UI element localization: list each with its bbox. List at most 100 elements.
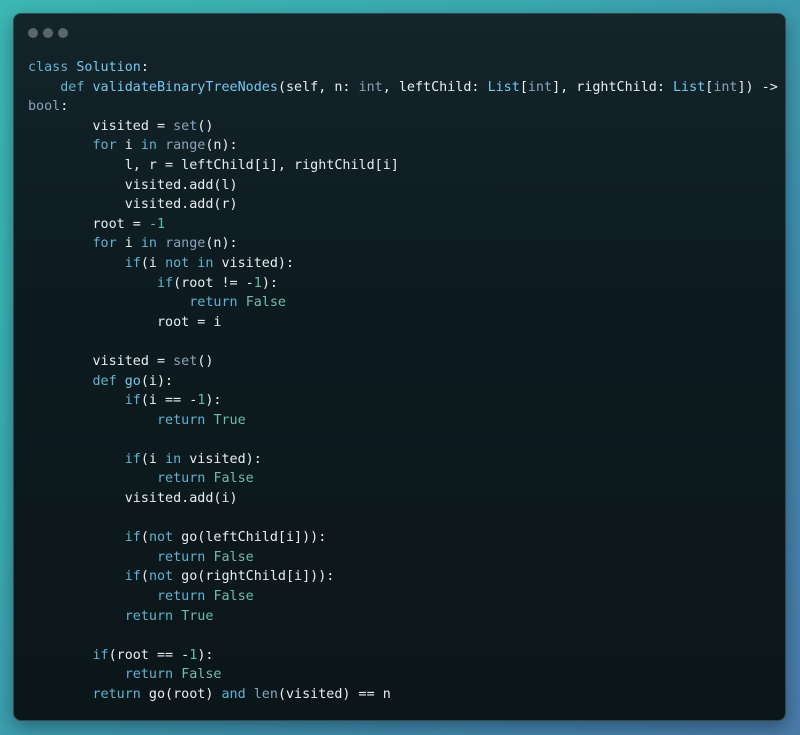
code-line: return False [28,548,775,568]
code-token: go(rightChild[i])): [173,569,335,585]
code-token: ): [261,275,278,291]
code-token: visited): [181,451,262,467]
code-token: True [213,412,246,428]
code-token: (n): [205,236,238,252]
code-token: return [124,667,174,683]
code-token: (i [140,255,166,271]
code-token: False [213,471,254,487]
code-token: (i [140,451,166,467]
code-token: in [165,451,182,467]
code-token: return [157,589,206,605]
code-token: range [165,236,206,252]
code-token: return [189,295,238,311]
code-token: (i): [140,373,174,389]
code-line: for i in range(n): [28,136,775,156]
code-line: class Solution: [28,58,775,78]
code-token: (root != - [173,275,254,291]
code-token: if [124,530,141,546]
code-token: if [92,647,109,663]
code-token: int [713,79,738,95]
code-line: visited.add(l) [28,176,775,196]
code-token: visited.add(l) [28,177,238,193]
code-token: int [527,79,553,95]
window-controls [28,28,68,38]
code-token: ): [197,647,214,663]
code-line: return True [28,411,775,431]
code-token: (visited) == n [277,687,391,702]
code-token: Solution [76,60,141,75]
code-line: if(root == -1): [28,646,775,666]
code-token: set [173,118,198,134]
code-token: visited.add(r) [28,197,238,213]
code-token: False [181,667,222,683]
code-token: bool [28,99,61,115]
code-line: if(i not in visited): [28,254,775,274]
code-token: if [157,275,174,291]
code-token: range [165,138,206,154]
window-dot-icon [43,28,53,38]
code-token: class [28,60,69,75]
code-line: return go(root) and len(visited) == n [28,685,775,705]
code-token: not in [165,255,214,271]
code-line: return False [28,665,775,685]
code-token: validateBinaryTreeNodes [92,79,278,95]
code-line: def go(i): [28,372,775,392]
code-token: return [92,687,141,702]
code-token: return [157,412,206,428]
code-token: len [253,687,278,702]
code-token: visited): [213,255,295,271]
code-token: : [60,99,69,115]
code-block: class Solution: def validateBinaryTreeNo… [28,58,778,705]
code-token: set [173,353,198,369]
code-line: visited = set() [28,117,775,137]
code-token: : [140,60,149,75]
code-line: for i in range(n): [28,234,775,254]
code-line: def validateBinaryTreeNodes(self, n: int… [28,78,778,98]
code-token: 1 [253,275,262,291]
code-token: return [157,471,206,487]
code-token: i [116,138,141,154]
code-line: return True [28,607,775,627]
code-line: visited.add(i) [28,489,775,509]
code-token: (n): [205,138,238,154]
code-token: return [157,549,206,565]
code-token: i [116,236,141,252]
code-line: if(i == -1): [28,391,775,411]
code-token: in [140,138,157,154]
code-line: return False [28,293,775,313]
code-line: if(i in visited): [28,450,775,470]
code-token: def [60,79,85,95]
code-token: return [124,608,174,624]
code-token: True [181,608,214,624]
code-window: class Solution: def validateBinaryTreeNo… [13,13,786,721]
code-token: ( [140,569,149,585]
code-line: return False [28,587,775,607]
code-token: False [213,549,254,565]
code-token: if [124,451,141,467]
code-token: visited = [28,353,174,369]
code-token: ( [140,530,149,546]
code-token: for [92,236,117,252]
code-token: List [673,79,706,95]
code-token: not [148,530,174,546]
code-token: ): [205,393,222,409]
code-line: return False [28,469,775,489]
code-token: ], rightChild: [552,79,673,95]
code-token: (i == - [140,393,198,409]
code-token: if [124,569,141,585]
